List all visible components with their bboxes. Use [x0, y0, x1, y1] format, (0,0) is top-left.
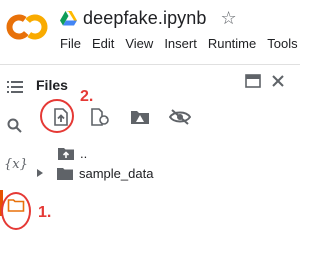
annotation-circle-upload: [40, 99, 74, 133]
tree-row-parent[interactable]: ..: [58, 143, 87, 163]
expand-arrow-icon[interactable]: [36, 168, 44, 178]
folder-icon: [57, 167, 73, 180]
hide-icon: [169, 109, 191, 125]
tree-item-label: sample_data: [79, 165, 154, 181]
menu-insert[interactable]: Insert: [164, 36, 197, 54]
annotation-step-2: 2.: [80, 88, 94, 105]
files-panel-title: Files: [36, 77, 68, 93]
mount-drive-button[interactable]: [127, 104, 153, 130]
header-divider: [0, 64, 300, 65]
annotation-step-1: 1.: [38, 204, 52, 221]
star-icon[interactable]: ☆: [221, 8, 237, 29]
toc-icon[interactable]: [6, 78, 24, 96]
open-in-window-icon[interactable]: [245, 74, 261, 88]
colab-logo[interactable]: [6, 6, 48, 48]
menu-edit[interactable]: Edit: [92, 36, 114, 54]
notebook-title-row: deepfake.ipynb ☆: [60, 6, 237, 30]
menu-bar: File Edit View Insert Runtime Tools: [60, 36, 298, 54]
close-icon[interactable]: [271, 74, 285, 88]
menu-view[interactable]: View: [125, 36, 153, 54]
notebook-title[interactable]: deepfake.ipynb: [83, 8, 207, 29]
left-rail: {x}: [0, 65, 28, 263]
tree-row-sample-data[interactable]: sample_data: [36, 163, 153, 183]
menu-runtime[interactable]: Runtime: [208, 36, 256, 54]
menu-file[interactable]: File: [60, 36, 81, 54]
tree-item-label: ..: [80, 145, 88, 161]
search-icon[interactable]: [6, 117, 24, 135]
hide-files-button[interactable]: [167, 104, 193, 130]
google-drive-icon: [60, 10, 77, 25]
menu-tools[interactable]: Tools: [267, 36, 297, 54]
folder-up-icon: [58, 147, 74, 160]
annotation-circle-folder: [1, 192, 31, 230]
variables-icon[interactable]: {x}: [4, 157, 28, 172]
refresh-button[interactable]: [87, 104, 113, 130]
mount-drive-icon: [131, 111, 149, 124]
refresh-icon: [91, 108, 109, 126]
